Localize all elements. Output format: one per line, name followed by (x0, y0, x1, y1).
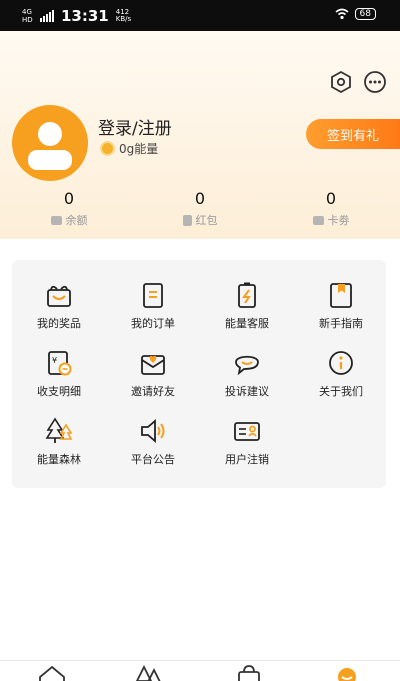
menu-energy-forest[interactable]: 能量森林 (14, 416, 104, 480)
menu-label: 平台公告 (131, 453, 175, 466)
menu-label: 我的订单 (131, 317, 175, 330)
status-left: 4G HD 13:31 412 KB/s (22, 7, 131, 25)
id-card-icon (234, 422, 260, 441)
speed-unit: KB/s (115, 15, 132, 23)
menu-my-orders[interactable]: 我的订单 (108, 280, 198, 344)
home-icon[interactable] (37, 665, 67, 681)
network-speed: 412 KB/s (116, 9, 131, 23)
stat-value: 0 (63, 189, 75, 208)
energy-coin-icon (100, 141, 115, 156)
menu-label: 我的奖品 (37, 317, 81, 330)
menu-complaints-suggestions[interactable]: 投诉建议 (202, 348, 292, 412)
chat-bubble-icon (235, 355, 259, 376)
status-right: 68 (335, 8, 376, 20)
stat-label: 红包 (195, 214, 218, 227)
stat-coupon[interactable]: 0 卡劵 (286, 189, 376, 228)
stat-value: 0 (325, 189, 337, 208)
guide-book-icon (330, 283, 352, 308)
user-avatar-icon (28, 122, 72, 170)
profile-header: 登录/注册 0g能量 签到有礼 0 余额 0 红包 0 卡劵 (0, 31, 400, 239)
energy-balance: 0g能量 (100, 140, 158, 157)
menu-label: 新手指南 (319, 317, 363, 330)
menu-label: 关于我们 (319, 385, 363, 398)
battery-service-icon (238, 282, 256, 308)
menu-label: 投诉建议 (225, 385, 269, 398)
menu-label: 用户注销 (225, 453, 269, 466)
stat-red-envelope[interactable]: 0 红包 (155, 189, 245, 228)
ledger-icon: ¥ (48, 351, 72, 376)
menu-my-prizes[interactable]: 我的奖品 (14, 280, 104, 344)
menu-label: 收支明细 (37, 385, 81, 398)
stat-label-row: 红包 (155, 212, 245, 228)
bag-icon[interactable] (234, 665, 264, 681)
stat-label-row: 卡劵 (286, 212, 376, 228)
signal-icon (40, 10, 54, 22)
battery-indicator: 68 (354, 8, 376, 20)
status-time: 13:31 (61, 7, 109, 25)
more-icon[interactable] (362, 69, 388, 95)
menu-beginner-guide[interactable]: 新手指南 (296, 280, 386, 344)
login-register-link[interactable]: 登录/注册 (98, 114, 172, 139)
order-icon (143, 283, 163, 308)
menu-label: 能量森林 (37, 453, 81, 466)
hexagon-settings-icon[interactable] (328, 69, 354, 95)
red-envelope-icon (182, 214, 192, 226)
stat-label: 卡劵 (327, 214, 350, 227)
profile-icon[interactable] (332, 665, 362, 681)
gift-icon (47, 285, 71, 307)
info-icon (329, 351, 353, 375)
invite-envelope-icon (141, 355, 165, 375)
svg-text:¥: ¥ (52, 356, 57, 365)
bottom-tab-bar (0, 660, 400, 681)
menu-invite-friends[interactable]: 邀请好友 (108, 348, 198, 412)
energy-text: 0g能量 (119, 142, 159, 156)
menu-label: 能量客服 (225, 317, 269, 330)
stat-balance[interactable]: 0 余额 (24, 189, 114, 228)
avatar[interactable] (12, 105, 88, 181)
network-type: 4G HD (22, 8, 33, 24)
wallet-icon (50, 215, 62, 225)
status-bar: 4G HD 13:31 412 KB/s 68 (0, 0, 400, 31)
stat-label-row: 余额 (24, 212, 114, 228)
menu-label: 邀请好友 (131, 385, 175, 398)
menu-account-cancel[interactable]: 用户注销 (202, 416, 292, 480)
wifi-icon (335, 8, 349, 20)
service-menu-grid: 我的奖品 我的订单 能量客服 新手指南 ¥ 收支明细 邀请好友 投诉建议 关于我… (12, 260, 386, 488)
stat-label: 余额 (65, 214, 88, 227)
tree-icon[interactable] (134, 665, 164, 681)
coupon-icon (312, 215, 324, 225)
menu-energy-service[interactable]: 能量客服 (202, 280, 292, 344)
menu-about-us[interactable]: 关于我们 (296, 348, 386, 412)
stat-value: 0 (194, 189, 206, 208)
signin-reward-button[interactable]: 签到有礼 (306, 119, 400, 149)
speaker-icon (141, 419, 165, 443)
menu-transaction-details[interactable]: ¥ 收支明细 (14, 348, 104, 412)
menu-platform-notice[interactable]: 平台公告 (108, 416, 198, 480)
forest-icon (45, 417, 73, 443)
